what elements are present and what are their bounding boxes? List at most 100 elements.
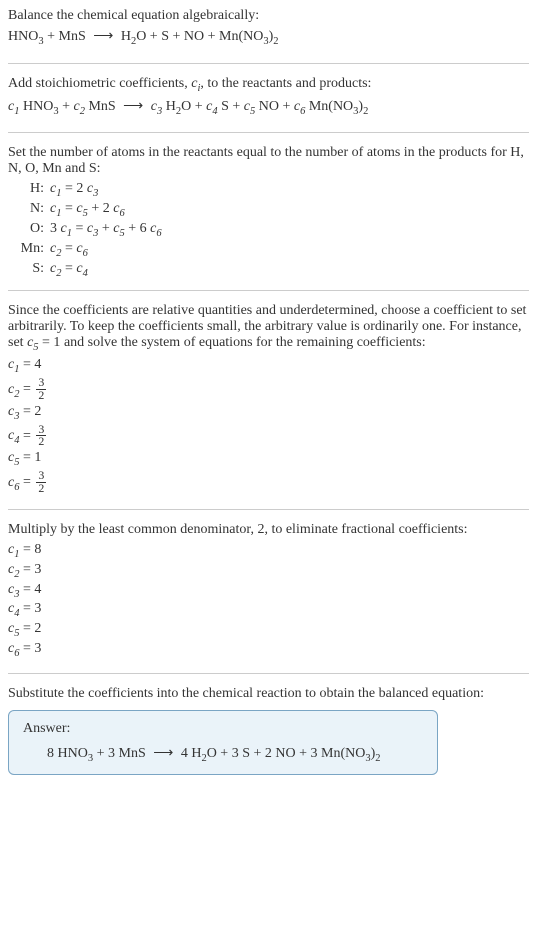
eq-part: + 3 MnS xyxy=(93,746,149,761)
atom-eq-s: c2 = c4 xyxy=(50,261,529,279)
coeff-line: c2 = 3 xyxy=(8,562,529,580)
eq-part: O + 3 S + 2 NO + 3 Mn(NO xyxy=(207,746,366,761)
atom-label-n: N: xyxy=(12,201,44,219)
var: c2 xyxy=(8,382,19,397)
rest: + 6 xyxy=(125,221,150,236)
fraction: 32 xyxy=(36,470,46,495)
atom-eq-o: 3 c1 = c3 + c5 + 6 c6 xyxy=(50,221,529,239)
var: c3 xyxy=(8,404,19,419)
section-balance-intro: Balance the chemical equation algebraica… xyxy=(8,8,529,64)
eq-part: O + S + NO + Mn(NO xyxy=(136,29,263,44)
arrow-icon: ⟶ xyxy=(123,99,143,114)
var: c6 xyxy=(8,475,19,490)
atom-eq-mn: c2 = c6 xyxy=(50,241,529,259)
eq-part: HNO xyxy=(8,29,38,44)
intro-text: Set the number of atoms in the reactants… xyxy=(8,145,529,177)
eq: = xyxy=(72,221,87,236)
var: c2 xyxy=(50,241,61,256)
frac-den: 2 xyxy=(36,390,46,402)
var: c6 xyxy=(150,221,161,236)
section-atom-equations: Set the number of atoms in the reactants… xyxy=(8,145,529,291)
var: c4 xyxy=(8,601,19,616)
section-multiply: Multiply by the least common denominator… xyxy=(8,522,529,674)
atom-eq-n: c1 = c5 + 2 c6 xyxy=(50,201,529,219)
var: c6 xyxy=(294,99,305,114)
atom-eq-h: c1 = 2 c3 xyxy=(50,181,529,199)
var: c4 xyxy=(206,99,217,114)
eq-sub: 2 xyxy=(273,36,278,47)
intro-text: Multiply by the least common denominator… xyxy=(8,522,529,538)
eq-part: 8 HNO xyxy=(47,746,88,761)
answer-box: Answer: 8 HNO3 + 3 MnS ⟶ 4 H2O + 3 S + 2… xyxy=(8,710,438,775)
pre: 3 xyxy=(50,221,61,236)
var: c6 xyxy=(8,641,19,656)
eq-text: = 8 xyxy=(19,542,41,557)
atom-label-mn: Mn: xyxy=(12,241,44,259)
coeff-line: c5 = 2 xyxy=(8,621,529,639)
var: c5 xyxy=(8,621,19,636)
eq-part: + MnS xyxy=(44,29,90,44)
coeff-equation: c1 HNO3 + c2 MnS ⟶ c3 H2O + c4 S + c5 NO… xyxy=(8,98,529,117)
eq-text: = 4 xyxy=(19,582,41,597)
term: MnS xyxy=(85,99,119,114)
var: c3 xyxy=(147,99,162,114)
atom-balance-table: H: c1 = 2 c3 N: c1 = c5 + 2 c6 O: 3 c1 =… xyxy=(12,181,529,278)
eq-text: = xyxy=(19,382,34,397)
sub: 3 xyxy=(93,188,98,199)
eq: = 2 xyxy=(61,181,86,196)
section-solve-coeffs: Since the coefficients are relative quan… xyxy=(8,303,529,510)
var: c5 xyxy=(113,221,124,236)
sub: 2 xyxy=(363,105,368,116)
coeff-line: c4 = 32 xyxy=(8,424,529,449)
eq: = xyxy=(61,201,76,216)
eq-text: = 3 xyxy=(19,601,41,616)
rest: + 2 xyxy=(88,201,113,216)
eq-text: = xyxy=(19,475,34,490)
var: c6 xyxy=(76,241,87,256)
sub: 2 xyxy=(375,753,380,764)
section-stoich-coeffs: Add stoichiometric coefficients, ci, to … xyxy=(8,76,529,134)
text: Add stoichiometric coefficients, xyxy=(8,76,191,91)
coeff-line: c3 = 4 xyxy=(8,582,529,600)
coeff-line: c5 = 1 xyxy=(8,450,529,468)
coeff-line: c1 = 4 xyxy=(8,357,529,375)
var: c2 xyxy=(73,99,84,114)
plus: + xyxy=(59,99,74,114)
intro-text: Since the coefficients are relative quan… xyxy=(8,303,529,353)
coeff-line: c1 = 8 xyxy=(8,542,529,560)
eq-text: = 1 xyxy=(19,450,41,465)
frac-den: 2 xyxy=(36,436,46,448)
coeff-line: c6 = 32 xyxy=(8,470,529,495)
arrow-icon: ⟶ xyxy=(153,746,173,761)
var: c1 xyxy=(61,221,72,236)
term: NO + xyxy=(255,99,294,114)
var: c1 xyxy=(50,181,61,196)
coeff-line: c4 = 3 xyxy=(8,601,529,619)
arrow-icon: ⟶ xyxy=(93,29,113,44)
sub: 6 xyxy=(156,228,161,239)
eq-part: H xyxy=(117,29,131,44)
term: H xyxy=(162,99,176,114)
var: c5 xyxy=(8,450,19,465)
sub: 6 xyxy=(83,248,88,259)
term: HNO xyxy=(19,99,53,114)
fraction: 32 xyxy=(36,377,46,402)
term: Mn(NO xyxy=(305,99,353,114)
var: c5 xyxy=(27,335,38,350)
intro-text: Substitute the coefficients into the che… xyxy=(8,686,529,702)
var: c5 xyxy=(244,99,255,114)
coeff-list: c1 = 4c2 = 32c3 = 2c4 = 32c5 = 1c6 = 32 xyxy=(8,357,529,495)
var: c4 xyxy=(76,261,87,276)
var: c3 xyxy=(87,221,98,236)
var: c3 xyxy=(8,582,19,597)
atom-label-o: O: xyxy=(12,221,44,239)
coeff-line: c2 = 32 xyxy=(8,377,529,402)
atom-label-h: H: xyxy=(12,181,44,199)
eq-text: = xyxy=(19,428,34,443)
eq: = xyxy=(61,261,76,276)
var: c3 xyxy=(87,181,98,196)
var: c2 xyxy=(50,261,61,276)
term: O + xyxy=(181,99,206,114)
answer-label: Answer: xyxy=(23,721,423,737)
var: c6 xyxy=(113,201,124,216)
